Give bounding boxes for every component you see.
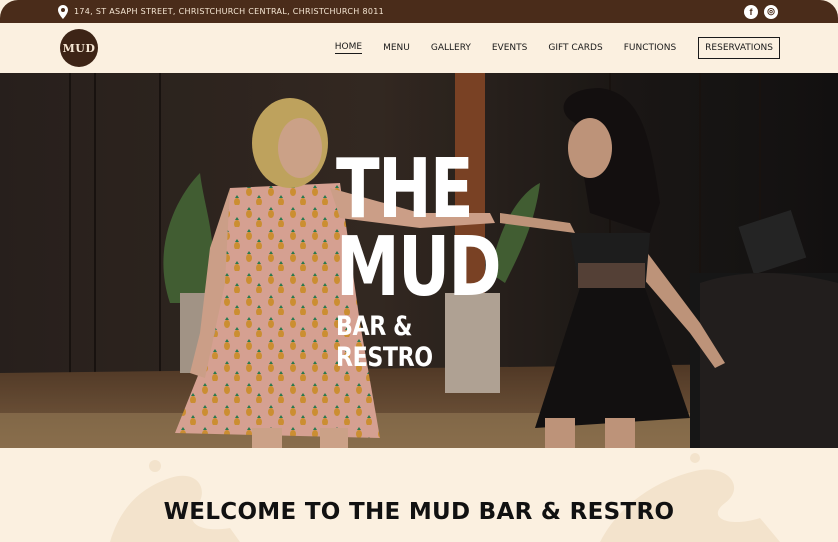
welcome-section: WELCOME TO THE MUD BAR & RESTRO [0, 448, 838, 542]
main-nav: HOME MENU GALLERY EVENTS GIFT CARDS FUNC… [314, 37, 780, 59]
hero-title-the: THE [336, 142, 474, 237]
main-header: MUD HOME MENU GALLERY EVENTS GIFT CARDS … [0, 23, 838, 73]
hero-title: THE MUD BAR & RESTRO [336, 142, 516, 374]
address-text: 174, ST ASAPH STREET, CHRISTCHURCH CENTR… [74, 7, 384, 16]
reservations-button[interactable]: RESERVATIONS [698, 37, 780, 59]
nav-events[interactable]: EVENTS [492, 43, 527, 53]
location-pin-icon [58, 4, 68, 19]
nav-gift-cards[interactable]: GIFT CARDS [548, 43, 602, 53]
hero-title-mud: MUD [336, 220, 502, 315]
mud-splash-decoration [110, 453, 780, 542]
nav-gallery[interactable]: GALLERY [431, 43, 471, 53]
nav-home[interactable]: HOME [334, 42, 363, 54]
mud-logo[interactable]: MUD [60, 29, 98, 67]
social-links: f ◎ [744, 4, 778, 19]
instagram-icon[interactable]: ◎ [764, 4, 778, 19]
welcome-heading: WELCOME TO THE MUD BAR & RESTRO [163, 499, 675, 525]
nav-menu[interactable]: MENU [383, 43, 410, 53]
facebook-icon[interactable]: f [744, 4, 758, 19]
nav-functions[interactable]: FUNCTIONS [624, 43, 676, 53]
top-info-bar: 174, ST ASAPH STREET, CHRISTCHURCH CENTR… [0, 0, 838, 23]
logo-text: MUD [62, 41, 96, 55]
hero-title-bar-restro: BAR & RESTRO [336, 311, 433, 373]
hero-banner: THE MUD BAR & RESTRO [0, 73, 838, 448]
